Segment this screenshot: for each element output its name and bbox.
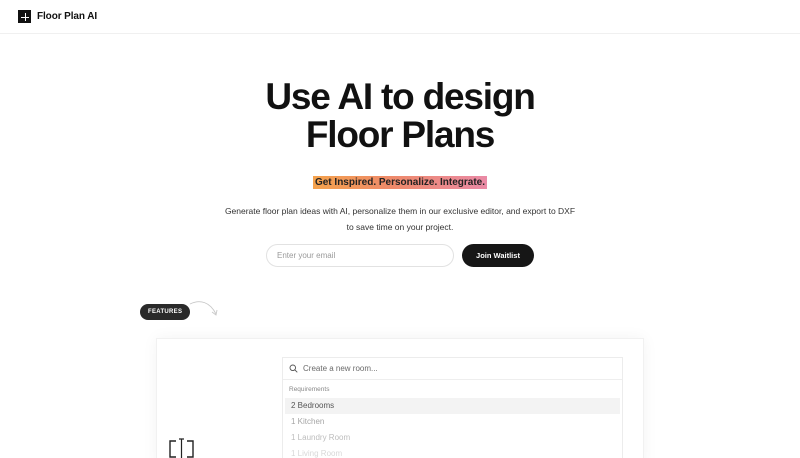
hero-description-line1: Generate floor plan ideas with AI, perso… xyxy=(224,206,576,216)
requirement-item[interactable]: 2 Bedrooms xyxy=(285,398,620,414)
curved-arrow-icon xyxy=(189,301,218,316)
requirements-label: Requirements xyxy=(289,386,330,393)
tagline-highlight: Get Inspired. Personalize. Integrate. xyxy=(312,176,488,189)
requirement-item[interactable]: 1 Laundry Room xyxy=(285,430,620,446)
email-input[interactable] xyxy=(266,244,454,267)
requirement-item[interactable]: 1 Living Room xyxy=(285,446,620,458)
hero-title-line2: Floor Plans xyxy=(305,114,495,155)
logo-text: Floor Plan AI xyxy=(37,11,97,22)
logo-mark-icon xyxy=(18,10,31,23)
search-icon xyxy=(289,364,298,373)
hero-title-line1: Use AI to design xyxy=(265,76,536,117)
room-bracket-icon xyxy=(169,438,194,458)
requirement-item[interactable]: 1 Kitchen xyxy=(285,414,620,430)
room-search-input[interactable] xyxy=(303,364,603,373)
hero-description-line2: to save time on your project. xyxy=(346,222,454,232)
join-waitlist-button[interactable]: Join Waitlist xyxy=(462,244,534,267)
hero-description: Generate floor plan ideas with AI, perso… xyxy=(0,203,800,235)
tagline-container: Get Inspired. Personalize. Integrate. xyxy=(0,172,800,190)
hero-title: Use AI to design Floor Plans xyxy=(0,78,800,154)
features-badge: FEATURES xyxy=(140,304,191,320)
room-command-panel: Requirements 2 Bedrooms 1 Kitchen 1 Laun… xyxy=(282,357,623,458)
room-search-row xyxy=(283,358,622,380)
top-bar: Floor Plan AI xyxy=(0,0,800,34)
logo[interactable]: Floor Plan AI xyxy=(18,10,97,23)
